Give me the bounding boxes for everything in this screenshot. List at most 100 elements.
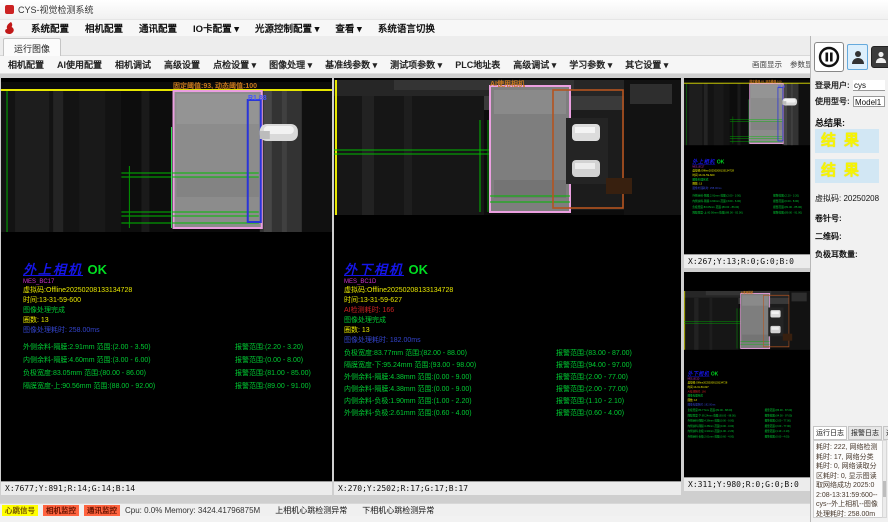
pixel-coordinate-bar: X:270;Y:2502;R:17;G:17;B:17 [334,481,681,495]
measurement-row: 外侧余料-隔膜:2.91mm 范围:(2.00 - 3.50) 报警范围:(2.… [692,194,808,197]
menu-item-comm-config[interactable]: 通讯配置 [131,21,185,35]
measurement-value: 负极宽度:83.77mm 范围:(82.00 - 88.00) [688,409,765,412]
camera-name: 外上相机 [23,262,83,277]
menu-item-system-config[interactable]: 系统配置 [23,21,77,35]
threshold-overlay: 固定阈值:93, 动态阈值:100 [749,80,781,83]
result-box-1: 结果 [815,129,879,153]
menu-item-language[interactable]: 系统语言切换 [370,21,443,35]
cpu-memory-status: Cpu: 0.0% Memory: 3424.41796875M [125,506,260,515]
measurement-alarm: 报警范围:(94.00 - 97.00) [556,362,632,369]
process-done-line: 图像处理完成 [23,306,328,316]
measurement-row: 外侧余料-隔膜:2.91mm 范围:(2.00 - 3.50) 报警范围:(2.… [23,344,328,351]
measurement-value: 负极宽度:83.05mm 范围:(80.00 - 86.00) [23,370,235,377]
operator-icon [875,50,887,64]
measurement-alarm: 报警范围:(2.00 - 77.00) [765,425,791,428]
tool-advanced-settings[interactable]: 高级设置 [164,58,200,71]
measurement-row: 外侧余料-负极:2.61mm 范围:(0.60 - 4.00) 报警范围:(0.… [344,410,677,417]
measurement-value: 负极宽度:83.77mm 范围:(82.00 - 88.00) [344,350,556,357]
display-option-1[interactable]: 画面显示 [752,59,782,70]
tool-plc-address[interactable]: PLC地址表 [455,58,500,71]
ai-time-line: AI检测耗时: 166 [344,306,677,316]
measurement-rows: 负极宽度:83.77mm 范围:(82.00 - 88.00) 报警范围:(83… [344,350,677,417]
camera-view-outer-lower[interactable]: AI使用相机 外下相机 OK MES_BC1D 虚拟码:Offline20250… [334,78,681,495]
tool-other-settings[interactable]: 其它设置 ▾ [625,58,668,71]
control-panel: 登录用户: cys 使用型号: Model1 总结果: 结果 结果 虚拟码: 2… [810,36,888,522]
measurement-alarm: 报警范围:(0.60 - 4.00) [765,435,790,438]
log-tab-run[interactable]: 运行日志 [813,426,847,440]
threshold-overlay: 固定阈值:93, 动态阈值:100 [173,83,257,91]
measurement-row: 内侧余料-隔膜:4.60mm 范围:(3.00 - 6.00) 报警范围:(0.… [692,200,808,203]
tool-image-processing[interactable]: 图像处理 ▾ [269,58,312,71]
turns-line: 圈数: 13 [23,316,328,326]
model-row: 使用型号: Model1 [815,96,885,107]
measurement-value: 内侧余料-负极:1.90mm 范围:(1.00 - 2.20) [344,398,556,405]
measurement-row: 内侧余料-负极:1.90mm 范围:(1.00 - 2.20) 报警范围:(1.… [344,398,677,405]
tool-ai-config[interactable]: AI使用配置 [57,58,102,71]
virtual-code-line: 虚拟码:Offline20250208133134728 [23,286,328,296]
menu-item-camera-config[interactable]: 相机配置 [77,21,131,35]
model-value[interactable]: Model1 [853,96,885,107]
camera-name: 外下相机 [688,370,710,377]
measurement-value: 外侧余料-隔膜:4.38mm 范围:(0.00 - 9.00) [344,374,556,381]
measurement-alarm: 报警范围:(1.10 - 2.10) [765,430,790,433]
pixel-coordinate-bar: X:311;Y:980;R:0;G:0;B:0 [684,477,810,491]
user-icon [851,49,865,65]
measurement-value: 隔膜宽度-上:90.56mm 范围:(88.00 - 92.00) [23,383,235,390]
log-tabs: 运行日志 报警日志 通讯日志 [813,426,888,440]
app-icon [5,5,14,14]
pause-button[interactable] [814,42,844,72]
tool-baseline-params[interactable]: 基准线参数 ▾ [325,58,377,71]
measurement-row: 隔膜宽度-下:95.24mm 范围:(93.00 - 98.00) 报警范围:(… [344,362,677,369]
camera-monitor-badge: 相机监控 [43,505,79,516]
menu-item-view[interactable]: 查看 ▾ [327,21,369,35]
measurement-rows: 外侧余料-隔膜:2.91mm 范围:(2.00 - 3.50) 报警范围:(2.… [692,194,808,214]
camera-view-small-lower[interactable]: AI使用相机 外下相机 OK MES_BC1D 虚拟码:Offline20250… [684,272,810,491]
log-tab-comm[interactable]: 通讯日志 [883,426,888,440]
tool-test-params[interactable]: 测试项参数 ▾ [390,58,442,71]
camera-view-small-upper[interactable]: 固定阈值:93, 动态阈值:100 R1.88 外上相机 OK MES_BC17… [684,78,810,268]
camera-image-outer-upper[interactable]: 固定阈值:93, 动态阈值:100 R1.88 [684,80,810,146]
tool-camera-config[interactable]: 相机配置 [8,58,44,71]
user-button[interactable] [847,44,868,70]
measurement-row: 负极宽度:83.05mm 范围:(80.00 - 86.00) 报警范围:(81… [23,370,328,377]
result-text-block: 外上相机 OK MES_BC17 虚拟码:Offline202502081331… [692,158,808,217]
measurement-rows: 负极宽度:83.77mm 范围:(82.00 - 88.00) 报警范围:(83… [688,409,809,438]
measurement-row: 外侧余料-隔膜:4.38mm 范围:(0.00 - 9.00) 报警范围:(2.… [344,374,677,381]
measurement-alarm: 报警范围:(81.00 - 85.00) [235,370,311,377]
log-scrollbar-thumb[interactable] [883,481,886,497]
process-time-line: 图像处理耗时: 182.00ms [344,336,677,346]
control-buttons [814,42,888,72]
camera-image-outer-lower[interactable]: AI使用相机 [684,291,810,350]
log-tab-alarm[interactable]: 报警日志 [848,426,882,440]
measurement-value: 内侧余料-负极:1.90mm 范围:(1.00 - 2.20) [688,430,765,433]
tool-camera-debug[interactable]: 相机调试 [115,58,151,71]
camera-image-outer-lower[interactable]: AI使用相机 [334,80,681,215]
camera-image-outer-upper[interactable]: 固定阈值:93, 动态阈值:100 R1.88 [1,82,332,232]
result-text-block: 外下相机 OK MES_BC1D 虚拟码:Offline202502081331… [344,262,677,422]
measurement-alarm: 报警范围:(1.10 - 2.10) [556,398,624,405]
radius-overlay: R1.88 [248,95,267,103]
measurement-alarm: 报警范围:(81.00 - 85.00) [773,206,802,209]
tool-spot-check[interactable]: 点检设置 ▾ [213,58,256,71]
measurement-row: 内侧余料-负极:1.90mm 范围:(1.00 - 2.20) 报警范围:(1.… [688,430,809,433]
log-text-area[interactable]: 耗时: 222, 网络检测耗时: 17, 网络分类耗时: 0, 网络读取分区耗时… [813,440,886,518]
measurement-value: 隔膜宽度-下:95.24mm 范围:(93.00 - 98.00) [344,362,556,369]
tool-advanced-debug[interactable]: 高级调试 ▾ [513,58,556,71]
camera-view-outer-upper[interactable]: 固定阈值:93, 动态阈值:100 R1.88 外上相机 OK MES_BC17… [1,78,332,495]
measurement-alarm: 报警范围:(89.00 - 91.00) [235,383,311,390]
result-box-2: 结果 [815,159,879,183]
measurement-value: 内侧余料-隔膜:4.38mm 范围:(0.00 - 9.00) [688,425,765,428]
login-user-value[interactable]: cys [853,80,885,91]
menu-item-io-config[interactable]: IO卡配置 ▾ [185,21,247,35]
tool-learning-params[interactable]: 学习参数 ▾ [569,58,612,71]
measurement-alarm: 报警范围:(83.00 - 87.00) [765,409,793,412]
menu-item-light-config[interactable]: 光源控制配置 ▾ [247,21,327,35]
measurement-value: 外侧余料-隔膜:4.38mm 范围:(0.00 - 9.00) [688,419,765,422]
measurement-value: 负极宽度:83.05mm 范围:(80.00 - 86.00) [692,206,773,209]
toolbar: 相机配置 AI使用配置 相机调试 高级设置 点检设置 ▾ 图像处理 ▾ 基准线参… [0,56,810,74]
operator-button[interactable] [871,46,888,68]
measurement-alarm: 报警范围:(2.20 - 3.20) [235,344,303,351]
virtual-code-line: 虚拟码:Offline20250208133134728 [344,286,677,296]
log-scrollbar[interactable] [882,440,887,518]
app-window: CYS-视觉检测系统 系统配置 相机配置 通讯配置 IO卡配置 ▾ 光源控制配置… [0,0,888,522]
